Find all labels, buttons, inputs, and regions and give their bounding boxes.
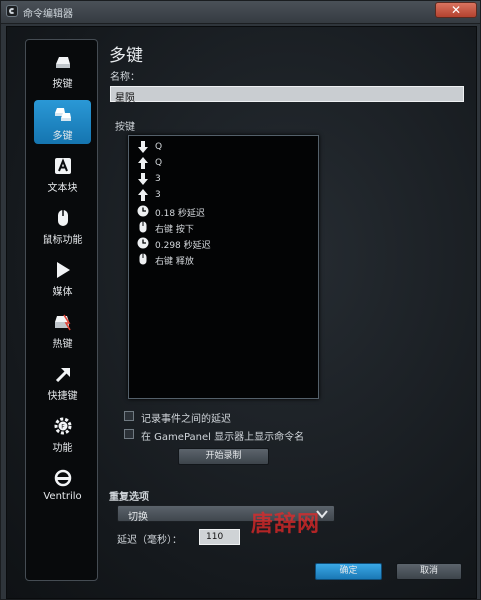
key-up-arrow-icon (138, 189, 148, 201)
sidebar-item-label: 鼠标功能 (42, 235, 83, 246)
multikey-icon (54, 108, 71, 121)
shortcut-arrow-icon (55, 368, 70, 383)
svg-text:F: F (61, 424, 65, 431)
command-editor-window: 命令编辑器 ✕ 按键 多键 文本块 鼠标功能 媒体 热键 快捷键 F 功能 Ve… (0, 0, 481, 600)
key-up-arrow-icon (138, 157, 148, 169)
sidebar-item-label: Ventrilo (43, 491, 82, 502)
clock-icon (137, 205, 149, 217)
gamepanel-display-label: 在 GamePanel 显示器上显示命令名 (141, 432, 305, 443)
function-gear-icon: F (54, 417, 71, 435)
repeat-options-label: 重复选项 (109, 492, 149, 503)
key-sequence-list[interactable]: Q Q 3 3 0.18 秒延迟 右键 按下 0.298 秒延迟 右键 释放 (128, 135, 319, 399)
keycap-icon (55, 57, 70, 68)
clock-icon (137, 237, 149, 249)
sidebar-item-hotkey[interactable]: 热键 (34, 308, 91, 352)
sidebar-item-label: 快捷键 (47, 391, 78, 402)
text-block-icon (54, 158, 71, 174)
hotkey-icon (54, 314, 71, 331)
watermark: 唐辞网 (251, 512, 321, 537)
media-play-icon (56, 262, 70, 278)
sidebar-item-shortcut[interactable]: 快捷键 (34, 360, 91, 404)
sidebar-item-keystroke[interactable]: 按键 (34, 48, 91, 92)
sidebar-item-media[interactable]: 媒体 (34, 256, 91, 300)
logitech-g-icon (6, 5, 18, 17)
page-title: 多键 (109, 46, 143, 66)
command-type-sidebar: 按键 多键 文本块 鼠标功能 媒体 热键 快捷键 F 功能 Ventrilo (25, 39, 98, 581)
name-input[interactable]: 星陨 (110, 86, 464, 104)
sidebar-item-label: 媒体 (52, 287, 73, 298)
delay-ms-input[interactable]: 110 (199, 529, 240, 545)
ok-button[interactable]: 确定 (315, 563, 382, 580)
sidebar-item-label: 热键 (52, 339, 73, 350)
mouse-icon (139, 221, 147, 233)
mouse-icon (139, 253, 147, 265)
sidebar-item-function[interactable]: F 功能 (34, 412, 91, 456)
sidebar-item-label: 文本块 (47, 183, 78, 194)
start-recording-button[interactable]: 开始录制 (178, 448, 269, 465)
title-bar: 命令编辑器 ✕ (1, 1, 480, 24)
sidebar-item-multikey[interactable]: 多键 (34, 100, 91, 144)
record-delays-checkbox[interactable] (124, 411, 134, 421)
headset-icon (54, 469, 71, 487)
mouse-icon (57, 210, 68, 226)
delay-label: 延迟（毫秒）： (117, 535, 182, 546)
sidebar-item-text-block[interactable]: 文本块 (34, 152, 91, 196)
gamepanel-display-checkbox[interactable] (124, 429, 134, 439)
close-button[interactable]: ✕ (435, 2, 477, 18)
sidebar-item-label: 多键 (52, 131, 73, 142)
record-delays-label: 记录事件之间的延迟 (141, 414, 231, 425)
key-down-arrow-icon (138, 173, 148, 185)
repeat-mode-value: 切换 (128, 512, 148, 523)
name-label: 名称： (110, 72, 140, 83)
keys-label: 按键 (115, 122, 135, 133)
sidebar-item-mouse[interactable]: 鼠标功能 (34, 204, 91, 248)
sidebar-item-label: 功能 (52, 443, 73, 454)
sidebar-item-label: 按键 (52, 79, 73, 90)
window-title: 命令编辑器 (23, 9, 73, 20)
sidebar-item-ventrilo[interactable]: Ventrilo (34, 464, 91, 508)
key-down-arrow-icon (138, 141, 148, 153)
cancel-button[interactable]: 取消 (396, 563, 462, 580)
